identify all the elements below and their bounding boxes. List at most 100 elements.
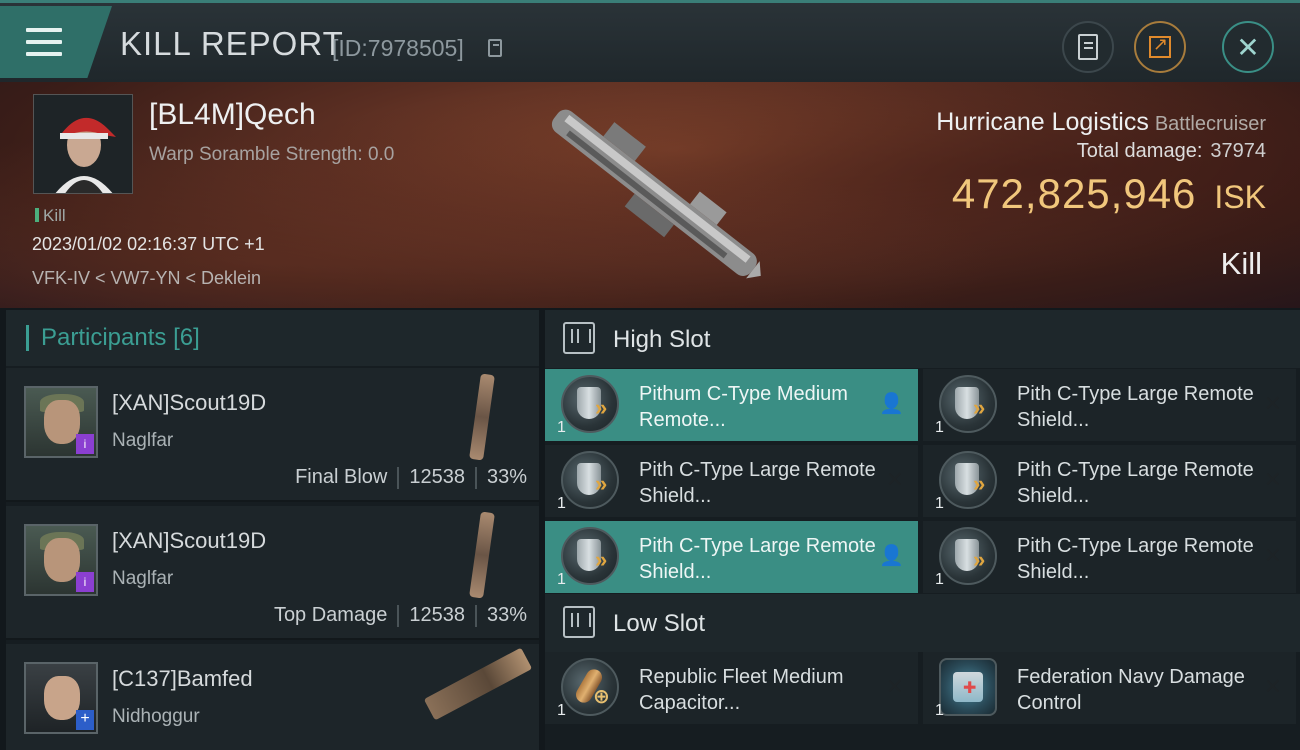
divider [474,604,477,627]
participant-name: [XAN]Scout19D [112,390,267,415]
total-damage-value: 37974 [1210,140,1266,162]
kill-timestamp: 2023/01/02 02:16:37 UTC +1 [32,234,265,254]
module-name: Federation Navy Damage Control [1017,666,1245,714]
low-slot-icon [563,606,595,638]
participant-avatar[interactable]: i [24,386,98,458]
module-item[interactable]: 1 Pith C-Type Large Remote Shield... ✕ [923,369,1296,441]
isk-value: 472,825,946 ISK [952,170,1266,218]
participant-role: Top Damage [273,604,388,626]
destroyed-icon: ✕ [885,467,904,492]
shield-booster-icon [561,375,619,433]
role-badge: i [76,434,94,454]
report-id: [ID:7978505] [332,35,464,61]
divider [397,466,400,489]
module-quantity: 1 [935,571,944,588]
role-badge: i [76,572,94,592]
module-item[interactable]: 1 Pith C-Type Large Remote Shield... ✕ [923,521,1296,593]
module-item[interactable]: 1 Federation Navy Damage Control ✕ [923,652,1296,724]
module-quantity: 1 [557,419,566,436]
module-item[interactable]: 1 Pithum C-Type Medium Remote... 👤 [545,369,918,441]
module-quantity: 1 [935,419,944,436]
high-slot-label: High Slot [613,326,711,353]
module-name: Pith C-Type Large Remote Shield... [639,459,876,507]
fitting-panel: High Slot 1 Pithum C-Type Medium Remote.… [545,310,1300,750]
share-icon [1149,34,1171,58]
kill-location[interactable]: VFK-IV < VW7-YN < Deklein [32,268,261,289]
participant-row[interactable]: i [XAN]Scout19D Naglfar Top Damage 12538… [6,506,539,640]
participants-panel: Participants [6] i [XAN]Scout19D Naglfar… [6,310,539,750]
participants-header: Participants [6] [6,310,539,366]
victim-avatar[interactable] [33,94,133,194]
participant-damage: 12538 [409,604,465,626]
kill-banner: [BL4M]Qech Warp Soramble Strength: 0.0 K… [0,82,1300,308]
module-item[interactable]: 1 Pith C-Type Large Remote Shield... ✕ [923,445,1296,517]
fitted-icon: 👤 [879,393,904,415]
victim-ship-image [551,109,761,279]
shield-booster-icon [939,527,997,585]
destroyed-icon: ✕ [1263,543,1282,568]
shield-booster-icon [939,375,997,433]
module-quantity: 1 [557,571,566,588]
clipboard-button[interactable] [1062,21,1114,73]
module-item[interactable]: 1 Pith C-Type Large Remote Shield... ✕ [545,445,918,517]
participant-name: [C137]Bamfed [112,666,253,691]
divider [397,604,400,627]
kill-tag: Kill [35,206,66,226]
participant-avatar[interactable]: i [24,524,98,596]
destroyed-icon: ✕ [1263,674,1282,699]
low-slot-label: Low Slot [613,610,706,637]
destroyed-icon: ✕ [1263,467,1282,492]
participant-ship-image [469,373,495,461]
low-slot-header: Low Slot [545,594,1300,652]
warp-scramble-strength: Warp Soramble Strength: 0.0 [149,144,395,165]
victim-ship: Hurricane Logistics Battlecruiser [936,108,1266,137]
module-quantity: 1 [557,495,566,512]
shield-booster-icon [939,451,997,509]
module-name: Pith C-Type Large Remote Shield... [639,535,876,583]
close-button[interactable]: ✕ [1222,21,1274,73]
module-item[interactable]: 1 Pith C-Type Large Remote Shield... 👤 [545,521,918,593]
share-button[interactable] [1134,21,1186,73]
participant-ship: Nidhoggur [112,706,200,727]
high-slot-header: High Slot [545,310,1300,368]
participant-ship: Naglfar [112,430,174,451]
participant-percent: 33% [486,604,527,626]
fitted-icon: 👤 [879,545,904,567]
top-bar: KILL REPORT [ID:7978505] ✕ [0,0,1300,82]
module-name: Pithum C-Type Medium Remote... [639,383,848,431]
module-name: Pith C-Type Large Remote Shield... [1017,535,1254,583]
module-quantity: 1 [935,702,944,719]
participant-ship-image [423,647,533,721]
participant-stats: Top Damage 12538 33% [274,604,527,627]
copy-icon[interactable] [488,39,502,57]
menu-button[interactable] [0,6,112,78]
total-damage-label: Total damage: [1076,140,1203,162]
total-damage: Total damage: 37974 [1077,140,1266,163]
hamburger-icon [26,28,62,56]
module-item[interactable]: 1 Republic Fleet Medium Capacitor... ✕ [545,652,918,724]
role-badge: + [76,710,94,730]
participant-name: [XAN]Scout19D [112,528,267,553]
destroyed-icon: ✕ [1263,391,1282,416]
page-title: KILL REPORT [120,25,344,62]
divider [474,466,477,489]
module-quantity: 1 [557,702,566,719]
participant-stats: Final Blow 12538 33% [295,466,527,489]
capacitor-booster-icon [561,658,619,716]
participant-damage: 12538 [409,466,465,488]
destroyed-icon: ✕ [885,674,904,699]
high-slot-icon [563,322,595,354]
participant-percent: 33% [486,466,527,488]
participant-ship: Naglfar [112,568,174,589]
victim-name: [BL4M]Qech [149,98,316,131]
module-quantity: 1 [935,495,944,512]
participant-avatar[interactable]: + [24,662,98,734]
ship-name: Hurricane Logistics [936,108,1149,136]
shield-booster-icon [561,451,619,509]
close-icon: ✕ [1236,31,1260,63]
module-name: Pith C-Type Large Remote Shield... [1017,459,1254,507]
participant-row[interactable]: i [XAN]Scout19D Naglfar Final Blow 12538… [6,368,539,502]
participant-row[interactable]: + [C137]Bamfed Nidhoggur [6,644,539,750]
damage-control-icon [939,658,997,716]
kill-result: Kill [1220,246,1262,281]
